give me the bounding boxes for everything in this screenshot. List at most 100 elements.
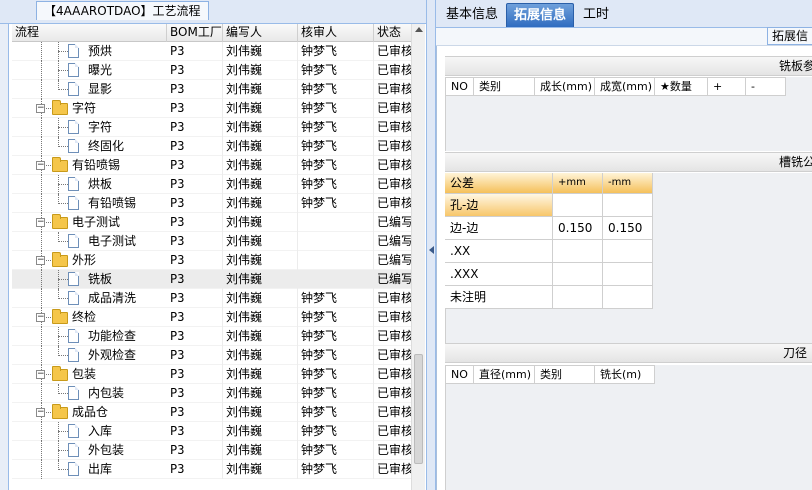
tol-row-label: .XX	[445, 240, 553, 263]
tree-leaf-row[interactable]: 电子测试 P3 刘伟巍 已编写	[12, 232, 414, 251]
tab-extended-info[interactable]: 拓展信息	[506, 3, 575, 27]
cell-writer: 刘伟巍	[223, 156, 298, 175]
tree-leaf-row[interactable]: 外观检查 P3 刘伟巍 钟梦飞 已审核	[12, 346, 414, 365]
left-collapse-strip[interactable]	[0, 24, 9, 490]
cell-writer: 刘伟巍	[223, 403, 298, 422]
tol-row-minus[interactable]	[603, 240, 653, 263]
tab-process-flow[interactable]: 【4AAAROTDAO】工艺流程	[36, 1, 209, 20]
column-header-writer[interactable]: 编写人	[223, 24, 298, 42]
collapse-toggle-icon[interactable]: −	[36, 161, 45, 170]
tree-leaf-row[interactable]: 曝光 P3 刘伟巍 钟梦飞 已审核	[12, 61, 414, 80]
tree-folder-row[interactable]: − 包装 P3 刘伟巍 钟梦飞 已审核	[12, 365, 414, 384]
column-header-reviewer[interactable]: 核审人	[298, 24, 374, 42]
tree-guide-line	[41, 232, 42, 251]
tree-folder-row[interactable]: − 外形 P3 刘伟巍 已编写	[12, 251, 414, 270]
tol-row-minus[interactable]: 0.150	[603, 217, 653, 240]
cell-writer: 刘伟巍	[223, 441, 298, 460]
col-plus[interactable]: +	[708, 77, 746, 96]
document-icon	[68, 234, 79, 248]
tol-row-minus[interactable]	[603, 286, 653, 309]
collapse-toggle-icon[interactable]: −	[36, 370, 45, 379]
tree-guide-line	[41, 270, 42, 289]
tree-guide-line	[58, 431, 68, 432]
milling-params-grid: NO 类别 成长(mm) 成宽(mm) ★数量 + -	[445, 77, 812, 151]
col-width[interactable]: 成宽(mm)	[595, 77, 655, 96]
tree-leaf-row[interactable]: 终固化 P3 刘伟巍 钟梦飞 已审核	[12, 137, 414, 156]
folder-icon	[52, 214, 68, 229]
col-minus[interactable]: -	[746, 77, 786, 96]
cell-reviewer: 钟梦飞	[298, 137, 374, 156]
tree-leaf-row[interactable]: 成品清洗 P3 刘伟巍 钟梦飞 已审核	[12, 289, 414, 308]
cell-writer: 刘伟巍	[223, 232, 298, 251]
tree-leaf-row[interactable]: 烘板 P3 刘伟巍 钟梦飞 已审核	[12, 175, 414, 194]
cell-reviewer: 钟梦飞	[298, 460, 374, 479]
col-length[interactable]: 成长(mm)	[535, 77, 595, 96]
collapse-toggle-icon[interactable]: −	[36, 218, 45, 227]
column-header-status[interactable]: 状态	[374, 24, 414, 42]
tol-row-minus[interactable]	[603, 263, 653, 286]
tree-folder-row[interactable]: − 成品仓 P3 刘伟巍 钟梦飞 已审核	[12, 403, 414, 422]
tol-row-plus[interactable]	[553, 263, 603, 286]
section-title-tool-diameter: 刀径	[782, 346, 807, 360]
cell-reviewer: 钟梦飞	[298, 422, 374, 441]
tree-node-label: 预烘	[88, 44, 113, 58]
col-tool-no[interactable]: NO	[446, 365, 474, 384]
panel-splitter[interactable]	[426, 0, 436, 490]
col-tool-category[interactable]: 类别	[535, 365, 595, 384]
tol-row-plus[interactable]: 0.150	[553, 217, 603, 240]
tree-leaf-row[interactable]: 入库 P3 刘伟巍 钟梦飞 已审核	[12, 422, 414, 441]
tree-guide-line	[41, 137, 42, 156]
tab-basic-info[interactable]: 基本信息	[439, 3, 505, 27]
tol-row-plus[interactable]	[553, 240, 603, 263]
tol-row-plus[interactable]	[553, 194, 603, 217]
collapse-toggle-icon[interactable]: −	[36, 408, 45, 417]
cell-writer: 刘伟巍	[223, 194, 298, 213]
cell-status: 已审核	[374, 422, 414, 441]
tree-folder-row[interactable]: − 有铅喷锡 P3 刘伟巍 钟梦飞 已审核	[12, 156, 414, 175]
tab-work-hours[interactable]: 工时	[576, 3, 616, 27]
tree-folder-row[interactable]: − 电子测试 P3 刘伟巍 已编写	[12, 213, 414, 232]
col-mill-length[interactable]: 铣长(m)	[595, 365, 655, 384]
tree-leaf-row[interactable]: 外包装 P3 刘伟巍 钟梦飞 已审核	[12, 441, 414, 460]
cell-reviewer: 钟梦飞	[298, 327, 374, 346]
scroll-up-arrow-icon[interactable]	[415, 27, 423, 32]
collapse-toggle-icon[interactable]: −	[36, 256, 45, 265]
scroll-thumb[interactable]	[414, 354, 423, 464]
cell-reviewer: 钟梦飞	[298, 156, 374, 175]
col-category[interactable]: 类别	[474, 77, 535, 96]
tree-folder-row[interactable]: − 字符 P3 刘伟巍 钟梦飞 已审核	[12, 99, 414, 118]
cell-status: 已编写	[374, 232, 414, 251]
column-header-flow[interactable]: 流程	[12, 24, 167, 42]
tol-row-plus[interactable]	[553, 286, 603, 309]
tol-row-minus[interactable]	[603, 194, 653, 217]
tree-leaf-row[interactable]: 显影 P3 刘伟巍 钟梦飞 已审核	[12, 80, 414, 99]
grid-vertical-scrollbar[interactable]	[411, 24, 425, 490]
tree-leaf-row[interactable]: 有铅喷锡 P3 刘伟巍 钟梦飞 已审核	[12, 194, 414, 213]
cell-writer: 刘伟巍	[223, 213, 298, 232]
document-icon	[68, 386, 79, 400]
tree-leaf-row[interactable]: 预烘 P3 刘伟巍 钟梦飞 已审核	[12, 42, 414, 61]
collapse-toggle-icon[interactable]: −	[36, 104, 45, 113]
tree-leaf-row[interactable]: 内包装 P3 刘伟巍 钟梦飞 已审核	[12, 384, 414, 403]
tree-leaf-row[interactable]: 出库 P3 刘伟巍 钟梦飞 已审核	[12, 460, 414, 479]
tree-leaf-row[interactable]: 字符 P3 刘伟巍 钟梦飞 已审核	[12, 118, 414, 137]
cell-writer: 刘伟巍	[223, 460, 298, 479]
tree-guide-line	[41, 175, 42, 194]
tree-guide-line	[58, 450, 68, 451]
tree-cell: 成品清洗	[12, 289, 167, 308]
tree-guide-line	[58, 89, 68, 90]
tree-folder-row[interactable]: − 终检 P3 刘伟巍 钟梦飞 已审核	[12, 308, 414, 327]
col-no[interactable]: NO	[446, 77, 474, 96]
cell-reviewer	[298, 232, 374, 251]
tree-leaf-row[interactable]: 铣板 P3 刘伟巍 已编写	[12, 270, 414, 289]
extended-info-button[interactable]: 拓展信	[767, 27, 812, 45]
tree-cell: 电子测试	[12, 232, 167, 251]
col-diameter[interactable]: 直径(mm)	[474, 365, 535, 384]
column-header-bom[interactable]: BOM工厂	[167, 24, 223, 42]
collapse-toggle-icon[interactable]: −	[36, 313, 45, 322]
tree-guide-line	[58, 279, 68, 280]
cell-bom: P3	[167, 80, 223, 99]
collapse-arrow-icon[interactable]	[429, 246, 434, 254]
col-quantity[interactable]: ★数量	[655, 77, 708, 96]
tree-leaf-row[interactable]: 功能检查 P3 刘伟巍 钟梦飞 已审核	[12, 327, 414, 346]
